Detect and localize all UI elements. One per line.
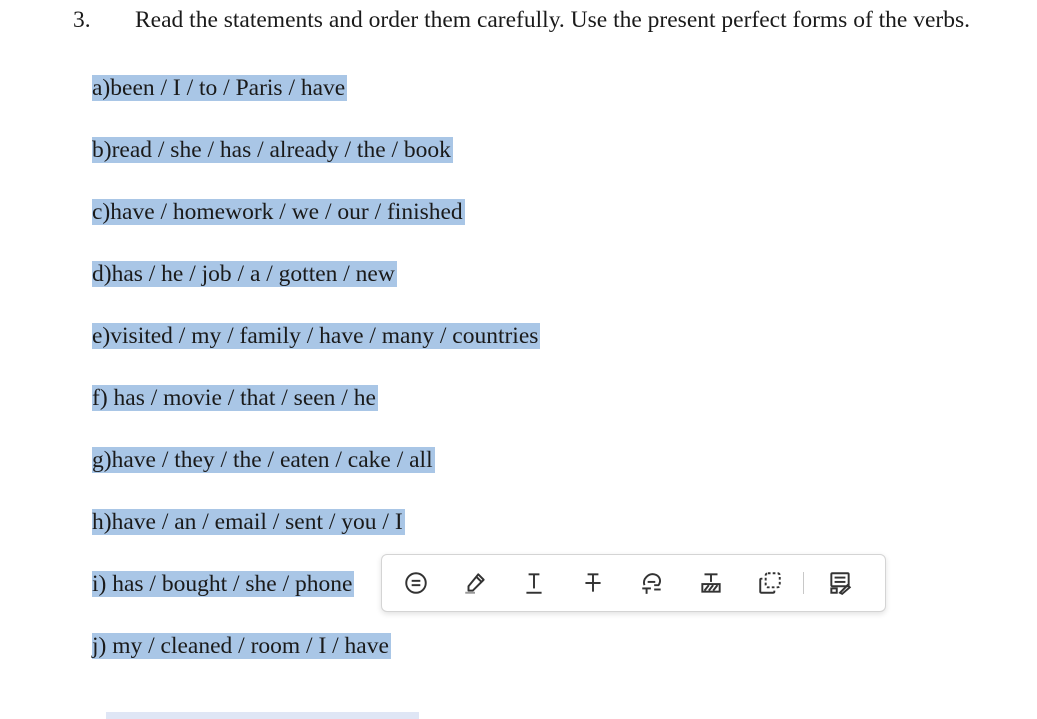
highlighted-text[interactable]: g)have / they / the / eaten / cake / all xyxy=(92,447,435,473)
highlighted-text[interactable]: f) has / movie / that / seen / he xyxy=(92,385,378,411)
annotation-toolbar xyxy=(381,554,886,612)
highlighted-text[interactable]: b)read / she / has / already / the / boo… xyxy=(92,137,453,163)
list-item[interactable]: g)have / they / the / eaten / cake / all xyxy=(92,444,540,506)
list-item[interactable]: a)been / I / to / Paris / have xyxy=(92,72,540,134)
highlighted-text[interactable]: d)has / he / job / a / gotten / new xyxy=(92,261,397,287)
list-item[interactable]: j) my / cleaned / room / I / have xyxy=(92,630,540,692)
instruction-paragraph: 3. Read the statements and order them car… xyxy=(73,4,1023,36)
list-item[interactable]: e)visited / my / family / have / many / … xyxy=(92,320,541,382)
item-label: e) xyxy=(92,323,111,349)
question-number: 3. xyxy=(73,7,91,33)
item-text: has / bought / she / phone xyxy=(106,571,353,597)
item-label: i) xyxy=(92,571,107,597)
item-text: been / I / to / Paris / have xyxy=(110,75,346,101)
item-text: have / homework / we / our / finished xyxy=(110,199,463,225)
highlighted-text[interactable]: a)been / I / to / Paris / have xyxy=(92,75,348,101)
highlighter-icon xyxy=(465,573,485,594)
insert-text-button[interactable] xyxy=(691,563,731,603)
toolbar-separator xyxy=(803,572,804,594)
item-text: read / she / has / already / the / book xyxy=(111,137,451,163)
item-text: have / they / the / eaten / cake / all xyxy=(111,447,433,473)
highlighted-text[interactable]: i) has / bought / she / phone xyxy=(92,571,355,597)
notes-icon xyxy=(830,572,852,595)
item-label: g) xyxy=(92,447,112,473)
underline-button[interactable] xyxy=(514,563,554,603)
item-text: has / he / job / a / gotten / new xyxy=(111,261,395,287)
instruction-text: Read the statements and order them caref… xyxy=(135,7,971,33)
item-label: j) xyxy=(92,633,107,659)
document-page: 3. Read the statements and order them car… xyxy=(0,0,1037,719)
area-select-icon xyxy=(759,572,781,594)
item-label: b) xyxy=(92,137,112,163)
replace-text-icon xyxy=(642,573,661,594)
highlighted-text[interactable]: h)have / an / email / sent / you / I xyxy=(92,509,405,535)
list-item[interactable]: c)have / homework / we / our / finished xyxy=(92,196,540,258)
comment-button[interactable] xyxy=(396,563,436,603)
underline-icon xyxy=(526,573,542,594)
item-text: my / cleaned / room / I / have xyxy=(106,633,389,659)
comment-icon xyxy=(405,572,427,594)
list-item[interactable]: d)has / he / job / a / gotten / new xyxy=(92,258,540,320)
highlighted-text[interactable]: j) my / cleaned / room / I / have xyxy=(92,633,391,659)
insert-text-icon xyxy=(701,573,721,593)
item-label: c) xyxy=(92,199,111,225)
list-item[interactable]: b)read / she / has / already / the / boo… xyxy=(92,134,540,196)
item-label: d) xyxy=(92,261,112,287)
item-text: have / an / email / sent / you / I xyxy=(111,509,403,535)
item-label: f) xyxy=(92,385,108,411)
strikethrough-icon xyxy=(585,573,601,592)
area-select-button[interactable] xyxy=(750,563,790,603)
item-text: has / movie / that / seen / he xyxy=(107,385,376,411)
item-label: h) xyxy=(92,509,112,535)
notes-button[interactable] xyxy=(820,563,860,603)
partial-highlight xyxy=(106,712,419,719)
list-item[interactable]: f) has / movie / that / seen / he xyxy=(92,382,540,444)
replace-text-button[interactable] xyxy=(632,563,672,603)
highlighted-text[interactable]: e)visited / my / family / have / many / … xyxy=(92,323,541,349)
highlight-button[interactable] xyxy=(455,563,495,603)
highlighted-text[interactable]: c)have / homework / we / our / finished xyxy=(92,199,465,225)
item-text: visited / my / family / have / many / co… xyxy=(110,323,539,349)
item-label: a) xyxy=(92,75,111,101)
strikethrough-button[interactable] xyxy=(573,563,613,603)
